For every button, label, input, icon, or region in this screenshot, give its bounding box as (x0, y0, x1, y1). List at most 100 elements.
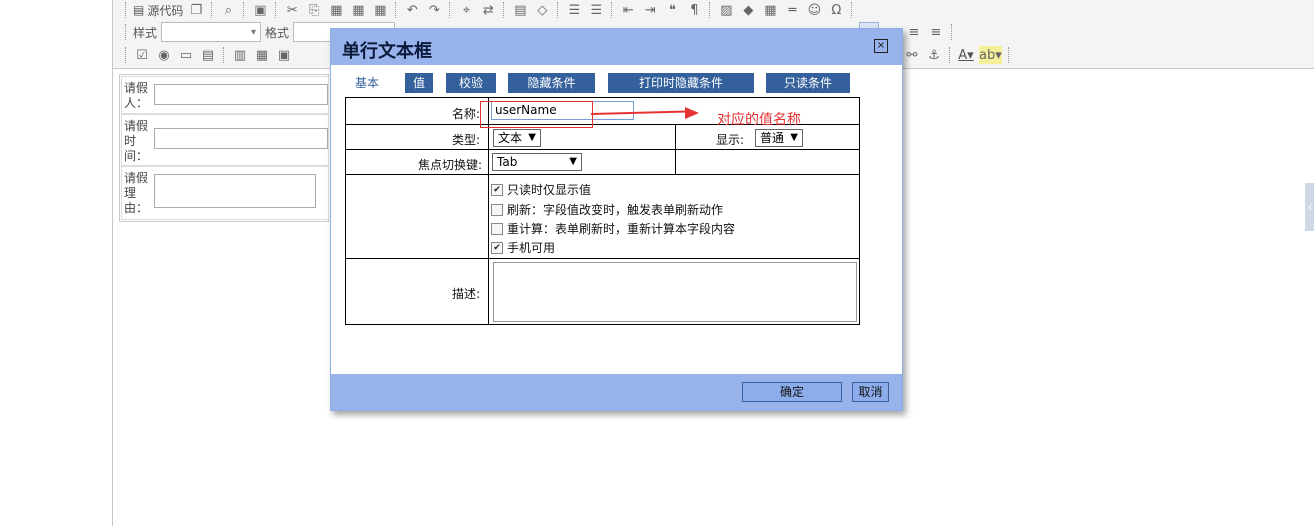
display-select[interactable]: 普通 ▼ (755, 129, 803, 147)
button-field-icon[interactable]: ▣ (275, 46, 293, 64)
paste-text-icon[interactable]: ▦ (349, 1, 367, 19)
blockquote-icon[interactable]: ❝ (663, 1, 681, 19)
chevron-left-icon: ‹ (1307, 200, 1313, 214)
source-icon: ▤ (133, 3, 145, 17)
chevron-down-icon: ▾ (250, 26, 257, 38)
tab-basic[interactable]: 基本 (341, 73, 393, 93)
tab-hide-condition[interactable]: 隐藏条件 (508, 73, 595, 93)
anchor-icon[interactable]: ⚓ (925, 46, 943, 64)
annotation-arrow-icon (685, 107, 699, 119)
div-icon[interactable]: ¶ (685, 1, 703, 19)
toolbar-separator (211, 2, 213, 18)
description-textarea[interactable] (493, 262, 857, 322)
description-label: 描述: (452, 287, 481, 301)
align-justify-icon[interactable]: ≡ (927, 23, 945, 41)
checkbox-mobile-available[interactable]: ✔ 手机可用 (491, 239, 555, 256)
reason-textarea[interactable] (154, 174, 316, 208)
image-icon[interactable]: ▨ (717, 1, 735, 19)
single-line-textbox-dialog: 单行文本框 × 基本 值 校验 隐藏条件 打印时隐藏条件 只读条件 名称: us… (330, 28, 903, 411)
display-label: 显示: (716, 133, 745, 147)
link-icon[interactable]: ⚯ (903, 46, 921, 64)
toolbar-separator (275, 2, 277, 18)
table-icon[interactable]: ▦ (761, 1, 779, 19)
grid-line (675, 124, 676, 174)
special-char-icon[interactable]: Ω (827, 1, 845, 19)
tab-print-hide-condition[interactable]: 打印时隐藏条件 (608, 73, 754, 93)
side-collapse-tab[interactable]: ‹ (1305, 183, 1314, 231)
style-combo[interactable]: ▾ (161, 22, 262, 42)
form-row-applicant: 请假人： (121, 76, 329, 114)
replace-icon[interactable]: ⇄ (479, 1, 497, 19)
text-color-icon[interactable]: A▾ (957, 46, 975, 64)
template-icon[interactable]: ▣ (251, 1, 269, 19)
format-label: 格式 (265, 25, 290, 40)
chevron-down-icon: ▼ (569, 156, 577, 167)
style-label: 样式 (133, 25, 158, 40)
applicant-input[interactable] (154, 84, 328, 105)
bulleted-list-icon[interactable]: ☰ (587, 1, 605, 19)
close-icon[interactable]: × (874, 39, 888, 53)
toolbar-separator (951, 24, 953, 40)
toolbar-separator (557, 2, 559, 18)
checkbox-icon[interactable]: ☑ (133, 46, 151, 64)
indent-icon[interactable]: ⇥ (641, 1, 659, 19)
tab-validation[interactable]: 校验 (446, 73, 496, 93)
find-icon[interactable]: ⌖ (457, 1, 475, 19)
toolbar-separator (1007, 47, 1010, 63)
ok-button[interactable]: 确定 (742, 382, 842, 402)
preview-icon[interactable]: ⌕ (219, 1, 237, 19)
eraser-icon[interactable]: ◇ (533, 1, 551, 19)
name-label: 名称: (452, 107, 481, 121)
radio-icon[interactable]: ◉ (155, 46, 173, 64)
flash-icon[interactable]: ◆ (739, 1, 757, 19)
numbered-list-icon[interactable]: ☰ (565, 1, 583, 19)
date-icon[interactable]: ▦ (253, 46, 271, 64)
grid-line (488, 98, 489, 324)
checkbox-readonly-show-value[interactable]: ✔ 只读时仅显示值 (491, 181, 591, 198)
toolbar-separator (125, 2, 127, 18)
toolbar-separator (851, 2, 853, 18)
checkbox-unchecked-icon (491, 203, 503, 216)
toolbar-separator (223, 47, 225, 63)
toolbar-separator (449, 2, 451, 18)
checkbox-checked-icon: ✔ (491, 241, 503, 254)
align-right-icon[interactable]: ≡ (905, 23, 923, 41)
textarea-icon[interactable]: ▤ (199, 46, 217, 64)
redo-icon[interactable]: ↷ (425, 1, 443, 19)
paste-word-icon[interactable]: ▦ (371, 1, 389, 19)
toolbar-color-group: ⚯ ⚓ A▾ ab▾ (903, 45, 1012, 65)
grid-line (346, 174, 859, 175)
tab-value[interactable]: 值 (405, 73, 433, 93)
toolbar-separator (243, 2, 245, 18)
horizontal-rule-icon[interactable]: ═ (783, 1, 801, 19)
textfield-icon[interactable]: ▭ (177, 46, 195, 64)
paste-icon[interactable]: ▦ (327, 1, 345, 19)
tab-readonly-condition[interactable]: 只读条件 (766, 73, 850, 93)
focus-key-select[interactable]: Tab ▼ (492, 153, 582, 171)
toolbar-separator (949, 47, 951, 63)
outdent-icon[interactable]: ⇤ (619, 1, 637, 19)
type-select[interactable]: 文本 ▼ (493, 129, 541, 147)
undo-icon[interactable]: ↶ (403, 1, 421, 19)
background-color-icon[interactable]: ab▾ (979, 46, 1002, 64)
toolbar-row-3: ☑ ◉ ▭ ▤ ▥ ▦ ▣ (123, 45, 293, 65)
form-row-label: 请假理由： (124, 171, 149, 215)
chevron-down-icon: ▼ (790, 132, 798, 143)
cut-icon[interactable]: ✂ (283, 1, 301, 19)
copy-icon[interactable]: ⎘ (305, 1, 323, 19)
focus-key-value: Tab (497, 155, 518, 169)
grid-line (346, 149, 859, 150)
properties-grid: 名称: userName 类型: 文本 ▼ 显示: 普通 ▼ 焦点切换键: Tab ▼… (345, 97, 860, 325)
select-all-icon[interactable]: ▤ (511, 1, 529, 19)
cancel-button[interactable]: 取消 (852, 382, 889, 402)
smiley-icon[interactable]: ☺ (805, 1, 823, 19)
checkbox-recalculate[interactable]: 重计算：表单刷新时，重新计算本字段内容 (491, 220, 735, 237)
checkbox-refresh[interactable]: 刷新：字段值改变时，触发表单刷新动作 (491, 201, 723, 218)
source-button[interactable]: ▤ 源代码 (133, 2, 183, 19)
annotation-highlight-box (480, 101, 593, 128)
form-row-time: 请假时间： (121, 114, 329, 166)
select-field-icon[interactable]: ▥ (231, 46, 249, 64)
time-input[interactable] (154, 128, 328, 149)
copy-icon[interactable]: ❐ (187, 1, 205, 19)
form-row-reason: 请假理由： (121, 166, 329, 220)
